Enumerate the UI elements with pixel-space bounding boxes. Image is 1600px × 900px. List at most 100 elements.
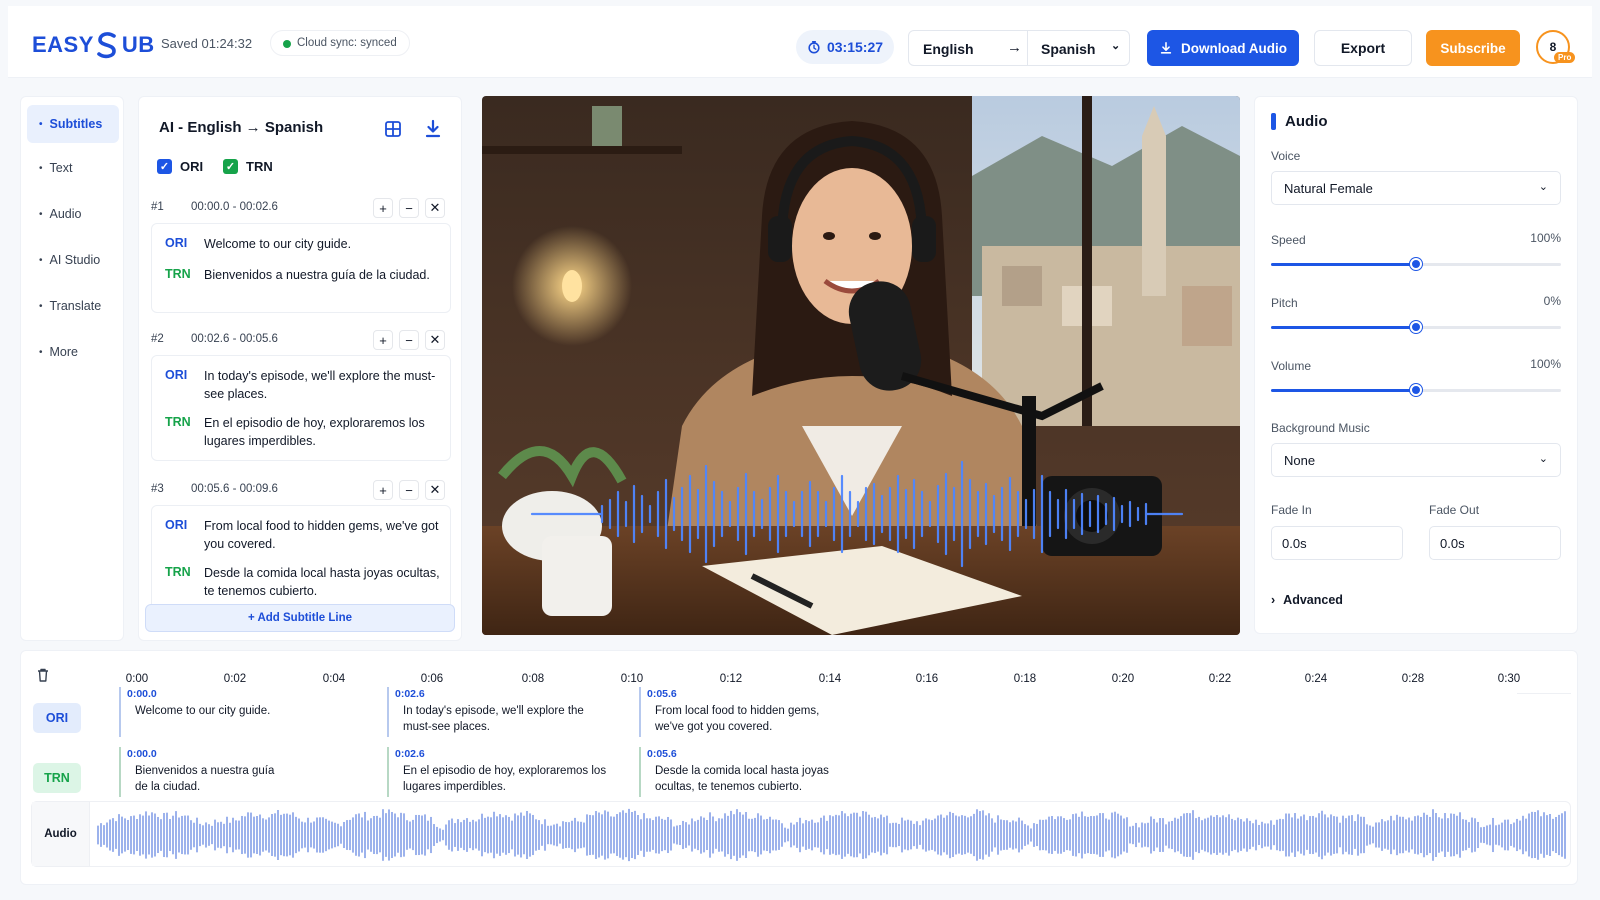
audio-waveform[interactable] bbox=[96, 806, 1566, 864]
nav-item-subtitles[interactable]: • Subtitles bbox=[27, 105, 119, 143]
trn-text[interactable]: Desde la comida local hasta joyas oculta… bbox=[204, 564, 444, 600]
ruler-tick-label: 0:22 bbox=[1208, 673, 1232, 685]
checkmark-icon: ✓ bbox=[223, 159, 238, 174]
ori-clip[interactable]: 0:00.0 Welcome to our city guide. bbox=[119, 687, 387, 737]
clip-start-time: 0:02.6 bbox=[395, 688, 425, 700]
voice-select-value: Natural Female bbox=[1284, 180, 1373, 196]
volume-label: Volume bbox=[1271, 359, 1312, 373]
language-selector[interactable]: English → Spanish ⌄ bbox=[908, 30, 1130, 66]
trn-clip[interactable]: 0:02.6 En el episodio de hoy, explorarem… bbox=[387, 747, 639, 797]
nav-item-translate[interactable]: • Translate bbox=[27, 287, 119, 325]
plus-icon[interactable]: + bbox=[373, 330, 393, 350]
ori-checkbox-label: ORI bbox=[180, 159, 204, 174]
subtitle-card[interactable]: ORI Welcome to our city guide. TRN Bienv… bbox=[151, 223, 451, 313]
video-preview[interactable] bbox=[482, 96, 1240, 635]
close-icon[interactable]: ✕ bbox=[425, 480, 445, 500]
fade-in-input[interactable]: 0.0s bbox=[1271, 526, 1403, 560]
timer-value: 03:15:27 bbox=[826, 39, 884, 55]
line-timecode[interactable]: 00:05.6 - 00:09.6 bbox=[191, 483, 278, 495]
ori-clip[interactable]: 0:02.6 In today's episode, we'll explore… bbox=[387, 687, 639, 737]
trn-checkbox[interactable]: ✓ TRN bbox=[223, 159, 273, 174]
slider-handle[interactable] bbox=[1410, 321, 1422, 333]
line-timecode[interactable]: 00:02.6 - 00:05.6 bbox=[191, 333, 278, 345]
plus-icon[interactable]: + bbox=[373, 198, 393, 218]
slider-fill bbox=[1271, 326, 1416, 329]
slider-handle[interactable] bbox=[1410, 258, 1422, 270]
bullet-icon: • bbox=[39, 118, 43, 130]
clip-text: From local food to hidden gems, we've go… bbox=[655, 705, 820, 733]
trn-tag: TRN bbox=[165, 415, 191, 429]
nav-item-text[interactable]: • Text bbox=[27, 149, 119, 187]
pitch-label: Pitch bbox=[1271, 296, 1298, 310]
pitch-value: 0% bbox=[1543, 294, 1561, 308]
trn-tag: TRN bbox=[165, 267, 191, 281]
ruler-tick-label: 0:08 bbox=[521, 673, 545, 685]
advanced-toggle[interactable]: › Advanced bbox=[1271, 593, 1343, 607]
add-subtitle-line-button[interactable]: + Add Subtitle Line bbox=[145, 604, 455, 632]
pitch-slider[interactable] bbox=[1271, 320, 1561, 334]
logo-s-mark-icon bbox=[97, 32, 116, 59]
nav-item-more[interactable]: • More bbox=[27, 333, 119, 371]
ruler-tick-label: 0:12 bbox=[719, 673, 743, 685]
clip-text: In today's episode, we'll explore the mu… bbox=[403, 705, 584, 733]
checkmark-icon: ✓ bbox=[157, 159, 172, 174]
line-number: #2 bbox=[151, 333, 164, 345]
app-logo[interactable]: EASY UB bbox=[32, 30, 155, 60]
target-language[interactable]: Spanish bbox=[1041, 41, 1095, 57]
ori-tag: ORI bbox=[165, 368, 188, 382]
minus-icon[interactable]: − bbox=[399, 198, 419, 218]
export-button[interactable]: Export bbox=[1314, 30, 1412, 66]
volume-slider[interactable] bbox=[1271, 383, 1561, 397]
line-number: #1 bbox=[151, 201, 164, 213]
download-icon bbox=[1160, 41, 1172, 54]
ruler-tick-label: 0:04 bbox=[322, 673, 346, 685]
trn-text[interactable]: En el episodio de hoy, exploraremos los … bbox=[204, 414, 444, 450]
trn-clip[interactable]: 0:05.6 Desde la comida local hasta joyas… bbox=[639, 747, 1517, 797]
close-icon[interactable]: ✕ bbox=[425, 330, 445, 350]
audio-track[interactable]: Audio bbox=[31, 801, 1571, 867]
ori-text[interactable]: Welcome to our city guide. bbox=[204, 235, 444, 253]
ori-clip[interactable]: 0:05.6 From local food to hidden gems, w… bbox=[639, 687, 1517, 737]
line-timecode[interactable]: 00:00.0 - 00:02.6 bbox=[191, 201, 278, 213]
subtitle-card[interactable]: ORI From local food to hidden gems, we'v… bbox=[151, 505, 451, 611]
ori-checkbox[interactable]: ✓ ORI bbox=[157, 159, 203, 174]
clip-text: Welcome to our city guide. bbox=[135, 705, 271, 717]
fade-out-input[interactable]: 0.0s bbox=[1429, 526, 1561, 560]
avatar[interactable]: 8 Pro bbox=[1536, 30, 1576, 64]
download-audio-button[interactable]: Download Audio bbox=[1147, 30, 1299, 66]
logo-text: EASY bbox=[32, 32, 94, 57]
slider-handle[interactable] bbox=[1410, 384, 1422, 396]
plus-icon[interactable]: + bbox=[373, 480, 393, 500]
chevron-down-icon[interactable]: ⌄ bbox=[1111, 39, 1120, 52]
pro-badge: Pro bbox=[1554, 52, 1576, 63]
trn-clip[interactable]: 0:00.0 Bienvenidos a nuestra guía de la … bbox=[119, 747, 387, 797]
ori-tag: ORI bbox=[165, 518, 188, 532]
clip-text: Bienvenidos a nuestra guía de la ciudad. bbox=[135, 765, 275, 793]
download-icon[interactable] bbox=[421, 117, 445, 141]
speed-slider[interactable] bbox=[1271, 257, 1561, 271]
minus-icon[interactable]: − bbox=[399, 330, 419, 350]
subscribe-button[interactable]: Subscribe bbox=[1426, 30, 1520, 66]
duration-timer: 03:15:27 bbox=[796, 30, 894, 64]
close-icon[interactable]: ✕ bbox=[425, 198, 445, 218]
nav-item-ai-studio[interactable]: • AI Studio bbox=[27, 241, 119, 279]
clock-icon bbox=[808, 41, 820, 54]
subtitle-line-header: #1 00:00.0 - 00:02.6 + − ✕ bbox=[151, 197, 451, 219]
source-language[interactable]: English bbox=[923, 41, 974, 57]
trn-text[interactable]: Bienvenidos a nuestra guía de la ciudad. bbox=[204, 266, 444, 284]
bullet-icon: • bbox=[39, 162, 43, 174]
voice-select[interactable]: Natural Female ⌄ bbox=[1271, 171, 1561, 205]
language-divider bbox=[1027, 31, 1028, 65]
top-bar: EASY UB Saved 01:24:32 Cloud sync: synce… bbox=[8, 6, 1592, 78]
speed-value: 100% bbox=[1530, 231, 1561, 245]
nav-item-label: AI Studio bbox=[49, 253, 101, 267]
ori-text[interactable]: From local food to hidden gems, we've go… bbox=[204, 517, 444, 553]
subtitle-card[interactable]: ORI In today's episode, we'll explore th… bbox=[151, 355, 451, 461]
ori-text[interactable]: In today's episode, we'll explore the mu… bbox=[204, 367, 444, 403]
nav-item-label: Text bbox=[49, 161, 73, 175]
background-music-select[interactable]: None ⌄ bbox=[1271, 443, 1561, 477]
nav-item-audio[interactable]: • Audio bbox=[27, 195, 119, 233]
grid-icon[interactable] bbox=[381, 117, 405, 141]
minus-icon[interactable]: − bbox=[399, 480, 419, 500]
trash-icon[interactable] bbox=[35, 667, 51, 683]
